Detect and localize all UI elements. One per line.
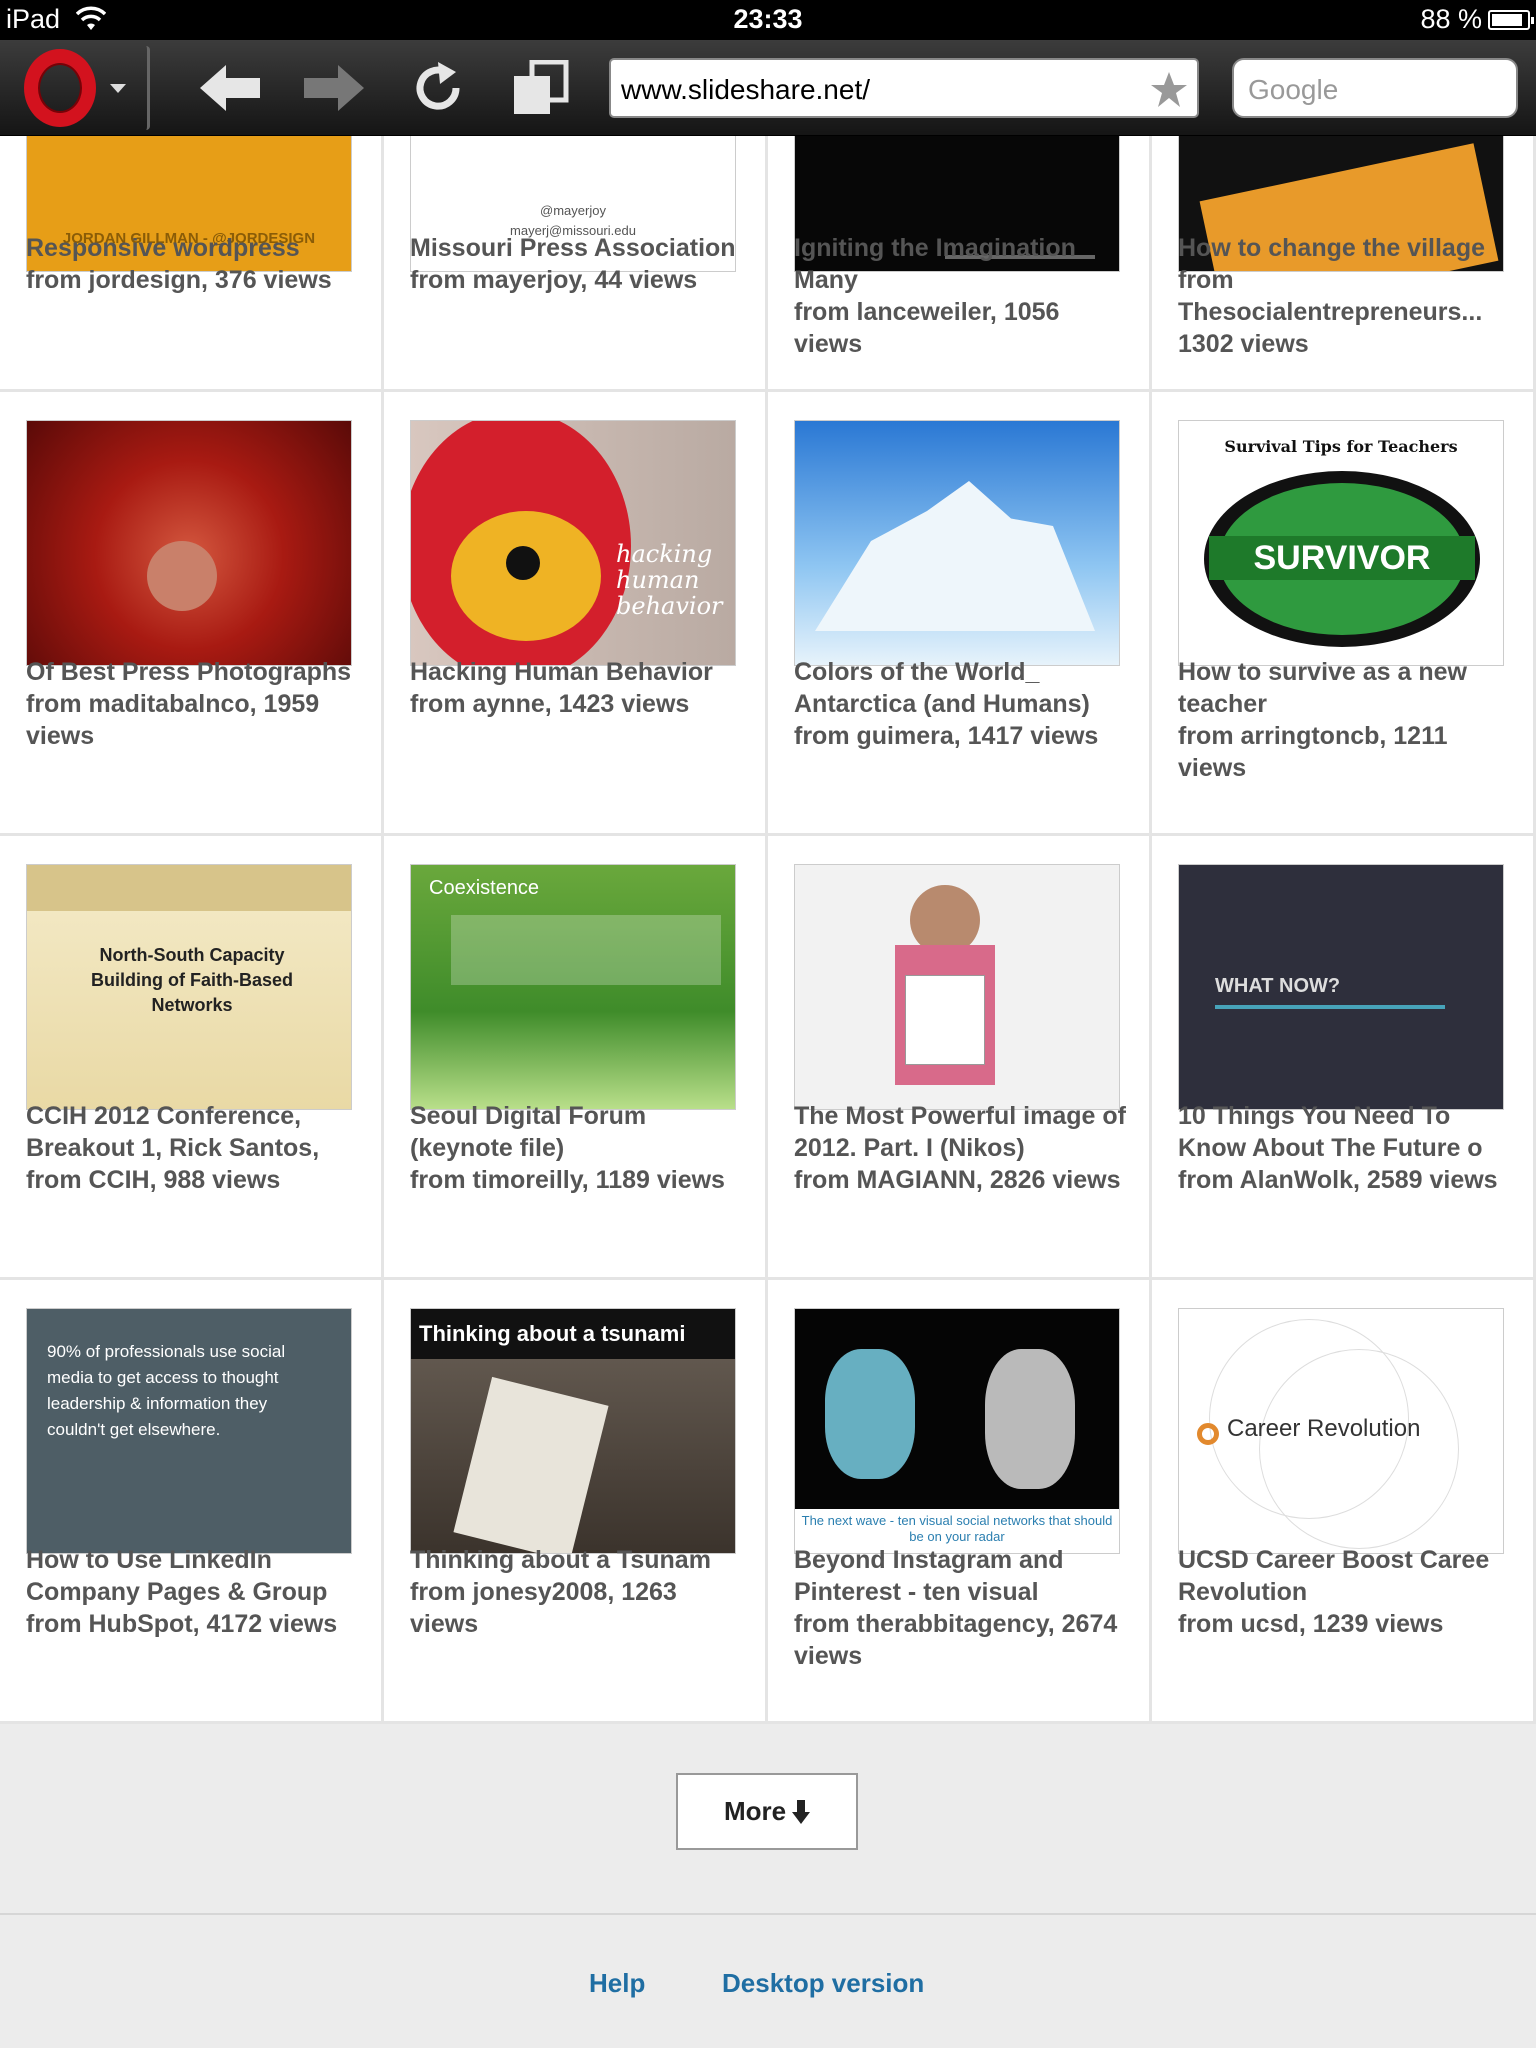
browser-toolbar: www.slideshare.net/ Google [0, 40, 1536, 136]
forward-button[interactable] [294, 40, 374, 136]
slideshow-meta: from arringtoncb, 1211 views [1178, 722, 1448, 782]
thumb-caption: WHAT NOW? [1215, 975, 1341, 997]
address-bar[interactable]: www.slideshare.net/ [609, 58, 1199, 118]
slideshow-thumbnail[interactable]: Coexistence [410, 864, 736, 1110]
slideshow-thumbnail[interactable]: WHAT NOW? [1178, 864, 1504, 1110]
slideshow-grid: JORDAN GILLMAN - @JORDESIGN Responsive wo… [0, 0, 1536, 1724]
slideshow-card[interactable]: The next wave - ten visual social networ… [768, 1280, 1152, 1724]
slideshow-thumbnail[interactable] [794, 864, 1120, 1110]
chevron-down-icon [110, 83, 126, 93]
thumb-caption: Survival Tips for Teachers [1224, 437, 1458, 456]
slideshow-title[interactable]: How to Use LinkedIn Company Pages & Grou… [26, 1544, 366, 1608]
slideshow-thumbnail[interactable] [794, 420, 1120, 666]
slideshow-card[interactable]: 90% of professionals use social media to… [0, 1280, 384, 1724]
slideshow-title[interactable]: The Most Powerful image of 2012. Part. I… [794, 1100, 1134, 1164]
tabs-button[interactable] [500, 40, 580, 136]
slideshow-title[interactable]: How to change the village [1178, 232, 1518, 264]
slideshow-card[interactable]: Thinking about a tsunami Thinking about a… [384, 1280, 768, 1724]
more-button[interactable]: More [676, 1773, 858, 1850]
slideshow-card[interactable]: @mayerjoy mayerj@missouri.edu Missouri Pr… [384, 136, 768, 392]
opera-logo-icon [24, 49, 96, 127]
slideshow-meta: from jordesign, 376 views [26, 266, 332, 294]
thumb-caption: hacking human behavior [616, 540, 723, 620]
forward-arrow-icon [304, 65, 364, 111]
slideshow-card[interactable]: Igniting the Imagination Many from lancew… [768, 136, 1152, 392]
slideshow-meta: from mayerjoy, 44 views [410, 266, 698, 294]
slideshow-thumbnail[interactable]: Career Revolution [1178, 1308, 1504, 1554]
thumb-caption: Thinking about a tsunami [419, 1321, 686, 1346]
slideshow-title[interactable]: Thinking about a Tsunam [410, 1544, 750, 1576]
slideshow-meta: from maditabalnco, 1959 views [26, 690, 320, 750]
desktop-version-link[interactable]: Desktop version [722, 1968, 924, 1999]
slideshow-card[interactable]: Career Revolution UCSD Career Boost Caree… [1152, 1280, 1536, 1724]
slideshow-meta: from AlanWolk, 2589 views [1178, 1166, 1498, 1194]
slideshow-card[interactable]: Survival Tips for Teachers SURVIVOR How to… [1152, 392, 1536, 836]
slideshow-thumbnail[interactable]: Survival Tips for Teachers SURVIVOR [1178, 420, 1504, 666]
slideshow-title[interactable]: 10 Things You Need To Know About The Fut… [1178, 1100, 1518, 1164]
slideshow-thumbnail[interactable] [26, 420, 352, 666]
slideshow-card[interactable]: Coexistence Seoul Digital Forum (keynote … [384, 836, 768, 1280]
back-button[interactable] [190, 40, 270, 136]
slideshow-title[interactable]: UCSD Career Boost Caree Revolution [1178, 1544, 1518, 1608]
thumb-caption: 90% of professionals use social media to… [47, 1342, 286, 1439]
slideshow-card[interactable]: hacking human behavior Hacking Human Beha… [384, 392, 768, 836]
slideshow-thumbnail[interactable]: North-South Capacity Building of Faith-B… [26, 864, 352, 1110]
slideshow-title[interactable]: Seoul Digital Forum (keynote file) [410, 1100, 750, 1164]
slideshow-title[interactable]: Hacking Human Behavior [410, 656, 750, 688]
slideshow-meta: from lanceweiler, 1056 views [794, 298, 1060, 358]
slideshow-meta: from CCIH, 988 views [26, 1166, 281, 1194]
footer-divider [0, 1913, 1536, 1915]
search-placeholder: Google [1248, 74, 1339, 105]
slideshow-title[interactable]: Of Best Press Photographs [26, 656, 366, 688]
thumb-caption: Coexistence [429, 877, 540, 899]
slideshow-thumbnail[interactable]: Thinking about a tsunami [410, 1308, 736, 1554]
slideshow-card[interactable]: Colors of the World_ Antarctica (and Hum… [768, 392, 1152, 836]
slideshow-meta: from ucsd, 1239 views [1178, 1610, 1444, 1638]
slideshow-meta: from aynne, 1423 views [410, 690, 690, 718]
slideshow-meta: from jonesy2008, 1263 views [410, 1578, 677, 1638]
opera-menu-button[interactable] [0, 40, 150, 136]
tabs-icon [514, 60, 569, 114]
slideshow-title[interactable]: Beyond Instagram and Pinterest - ten vis… [794, 1544, 1134, 1608]
slideshow-thumbnail[interactable]: 90% of professionals use social media to… [26, 1308, 352, 1554]
slideshow-card[interactable]: Of Best Press Photographs from maditabaln… [0, 392, 384, 836]
arrow-down-icon [792, 1799, 811, 1824]
slideshow-title[interactable]: Responsive wordpress [26, 232, 366, 264]
slideshow-meta: from MAGIANN, 2826 views [794, 1166, 1121, 1194]
slideshow-meta: from guimera, 1417 views [794, 722, 1099, 750]
url-text: www.slideshare.net/ [621, 74, 871, 105]
slideshow-card[interactable]: The Most Powerful image of 2012. Part. I… [768, 836, 1152, 1280]
slideshow-title[interactable]: Colors of the World_ Antarctica (and Hum… [794, 656, 1134, 720]
slideshow-thumbnail[interactable]: hacking human behavior [410, 420, 736, 666]
reload-icon [416, 62, 460, 110]
bookmark-star-icon[interactable] [1149, 70, 1189, 110]
slideshow-thumbnail[interactable]: The next wave - ten visual social networ… [794, 1308, 1120, 1554]
more-label: More [723, 1796, 787, 1826]
slideshow-card[interactable]: JORDAN GILLMAN - @JORDESIGN Responsive wo… [0, 136, 384, 392]
slideshow-meta: from timoreilly, 1189 views [410, 1166, 725, 1194]
slideshow-title[interactable]: Missouri Press Association [410, 232, 750, 264]
reload-button[interactable] [398, 40, 478, 136]
slideshow-title[interactable]: Igniting the Imagination Many [794, 232, 1134, 296]
slideshow-meta: from therabbitagency, 2674 views [794, 1610, 1118, 1670]
slideshow-title[interactable]: How to survive as a new teacher [1178, 656, 1518, 720]
slideshow-card[interactable]: How to change the village from Thesociale… [1152, 136, 1536, 392]
slideshow-card[interactable]: WHAT NOW? 10 Things You Need To Know Abou… [1152, 836, 1536, 1280]
slideshow-meta: from HubSpot, 4172 views [26, 1610, 338, 1638]
slideshow-title[interactable]: CCIH 2012 Conference, Breakout 1, Rick S… [26, 1100, 366, 1164]
slideshow-meta: from Thesocialentrepreneurs... 1302 view… [1178, 266, 1483, 358]
thumb-caption: Career Revolution [1227, 1415, 1421, 1442]
search-input[interactable]: Google [1232, 58, 1518, 118]
back-arrow-icon [200, 65, 260, 111]
thumb-caption: North-South Capacity Building of Faith-B… [91, 945, 293, 1015]
help-link[interactable]: Help [589, 1968, 645, 1999]
slideshow-card[interactable]: North-South Capacity Building of Faith-B… [0, 836, 384, 1280]
